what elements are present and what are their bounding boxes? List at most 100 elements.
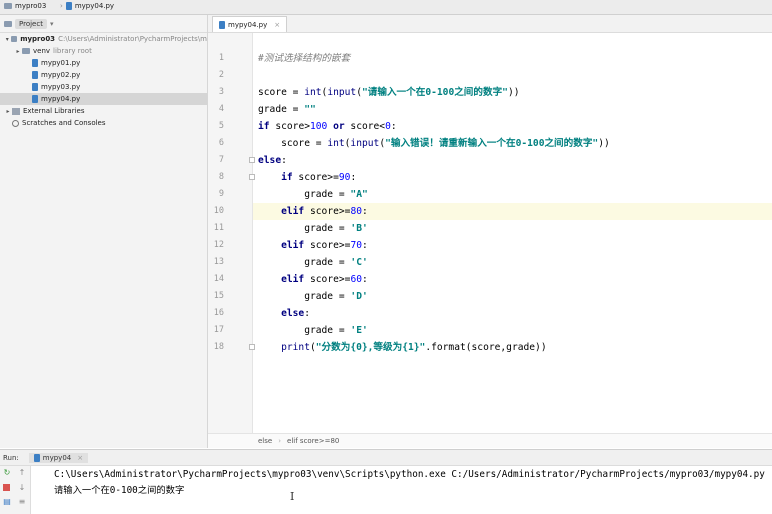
breadcrumb-project[interactable]: mypro03 [4,2,46,10]
breadcrumb-file[interactable]: › mypy04.py [60,2,114,10]
code-token: 'B' [350,223,368,234]
line-number: 3 [218,87,224,97]
line-number: 7 [218,155,224,165]
run-tab-mypy04[interactable]: mypy04 × [28,452,89,463]
code-token: "" [304,104,316,115]
code-line[interactable]: elif score>=60: [253,271,772,288]
line-number: 10 [213,206,224,216]
project-view-icon [4,20,12,27]
project-view-selector[interactable]: Project [15,18,47,29]
python-file-icon [219,20,225,29]
tree-item[interactable]: ▸ venv library root [0,45,207,57]
stop-icon[interactable] [3,484,10,491]
chevron-down-icon[interactable]: ▾ [50,20,54,28]
console-command-line: C:\Users\Administrator\PycharmProjects\m… [54,469,765,480]
tree-item[interactable]: mypy04.py [0,93,207,105]
code-token: grade = [258,325,351,336]
restore-layout-icon[interactable]: ▤ [3,498,11,506]
rerun-icon[interactable]: ↻ [3,469,11,477]
chevron-down-icon[interactable]: ▾ [4,36,11,43]
code-line[interactable]: grade = "A" [253,186,772,203]
soft-wrap-icon[interactable]: ≡ [18,498,26,506]
tree-item-detail: C:\Users\Administrator\PycharmProjects\m [58,35,207,43]
code-token: input [350,138,380,149]
code-token: score>= [304,240,351,251]
tree-item-label: venv [33,47,51,55]
code-text-area[interactable]: #测试选择结构的嵌套 score = int(input("请输入一个在0-100… [253,33,772,433]
chevron-right-icon[interactable]: ▸ [14,48,22,55]
code-line[interactable]: else: [253,305,772,322]
line-number: 17 [213,325,224,335]
code-token: else [258,308,305,319]
code-line[interactable]: grade = "" [253,101,772,118]
tree-item[interactable]: mypy02.py [0,69,207,81]
code-token: 'E' [350,325,368,336]
folder-icon [22,48,30,54]
code-line[interactable]: #测试选择结构的嵌套 [253,50,772,67]
python-file-icon [33,453,40,462]
code-token: int [327,138,345,149]
run-tool-window: Run: mypy04 × ↻ ▤ ↑ ↓ ≡ C:\Users\Adminis… [0,449,772,514]
navigation-bar: mypro03 › mypy04.py [0,0,772,15]
tree-item[interactable]: mypy01.py [0,57,207,69]
code-token: score>= [292,172,339,183]
code-line[interactable]: score = int(input("请输入一个在0-100之间的数字")) [253,84,772,101]
code-line[interactable]: elif score>=80: [253,203,772,220]
tree-item-detail: library root [53,47,92,55]
code-token: "分数为{0},等级为{1}" [315,342,426,353]
code-line[interactable]: score = int(input("输入错误！请重新输入一个在0-100之间的… [253,135,772,152]
tree-item-label: mypro03 [20,35,56,43]
line-number: 11 [213,223,224,233]
code-token: or [327,121,345,132]
code-line[interactable] [253,67,772,84]
code-token: #测试选择结构的嵌套 [258,53,351,64]
breadcrumb-project-label: mypro03 [15,2,47,10]
code-token: grade = [258,104,305,115]
tree-item[interactable]: Scratches and Consoles [0,117,207,129]
python-file-icon [65,2,72,10]
project-tree: ▾ mypro03 C:\Users\Administrator\PycharmPr… [0,33,207,129]
tree-item-label: mypy02.py [41,71,81,79]
code-token: elif [258,274,305,285]
console-output[interactable]: C:\Users\Administrator\PycharmProjects\m… [45,466,770,514]
tree-item-label: External Libraries [23,107,85,115]
code-line[interactable]: if score>=90: [253,169,772,186]
line-number: 12 [213,240,224,250]
line-number: 13 [213,257,224,267]
tree-item-label: mypy01.py [41,59,81,67]
code-line[interactable]: if score>100 or score<0: [253,118,772,135]
tree-item[interactable]: ▾ mypro03 C:\Users\Administrator\PycharmPr… [0,33,207,45]
chevron-right-icon[interactable]: ▸ [4,108,12,115]
code-token: "请输入一个在0-100之间的数字" [362,87,508,98]
breadcrumb-elif[interactable]: elif score>=80 [287,437,339,445]
editor-tabs: mypy04.py × [208,15,772,33]
code-token: 100 [310,121,328,132]
code-line[interactable]: grade = 'B' [253,220,772,237]
line-number-gutter[interactable]: 1 2 3 4 5 6 7 8 9 10 11 12 13 14 15 16 17 18 [208,33,255,433]
code-line[interactable]: print("分数为{0},等级为{1}".format(score,grade… [253,339,772,356]
close-icon[interactable]: × [274,21,280,29]
code-line[interactable]: grade = 'C' [253,254,772,271]
code-token: score = [258,87,305,98]
code-token: if [258,121,270,132]
arrow-down-icon[interactable]: ↓ [18,484,26,492]
editor-tab-mypy04[interactable]: mypy04.py × [212,16,288,32]
tree-item[interactable]: ▸ External Libraries [0,105,207,117]
console-prompt-line: 请输入一个在0-100之间的数字 [54,485,185,496]
code-line[interactable]: elif score>=70: [253,237,772,254]
code-line[interactable]: grade = 'D' [253,288,772,305]
code-token: : [362,274,368,285]
arrow-up-icon[interactable]: ↑ [18,469,26,477]
code-token: : [362,206,368,217]
line-number: 18 [213,342,224,352]
line-number: 8 [218,172,224,182]
breadcrumb-file-label: mypy04.py [74,2,115,10]
code-token: grade = [258,223,351,234]
code-token: score>= [304,206,351,217]
code-token: "A" [350,189,368,200]
tree-item[interactable]: mypy03.py [0,81,207,93]
code-line[interactable]: grade = 'E' [253,322,772,339]
close-icon[interactable]: × [77,454,83,462]
breadcrumb-else[interactable]: else [258,437,272,445]
code-line[interactable]: else: [253,152,772,169]
